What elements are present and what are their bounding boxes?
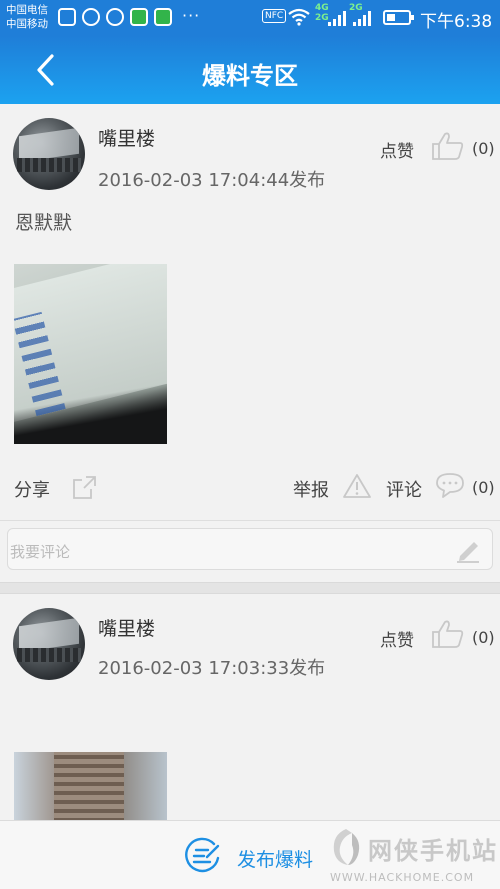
title-bar: 爆料专区 bbox=[0, 36, 500, 104]
publish-icon[interactable] bbox=[184, 836, 222, 874]
like-count: (0) bbox=[472, 139, 495, 158]
nfc-icon: NFC bbox=[262, 9, 287, 23]
carrier-1: 中国电信 bbox=[6, 4, 48, 16]
image-notification-icon bbox=[58, 8, 76, 26]
post-card: 嘴里楼 2016-02-03 17:04:44发布 点赞 (0) 恩默默 分享 … bbox=[0, 104, 500, 582]
signal-icon-2 bbox=[353, 10, 371, 26]
signal-icon-1 bbox=[328, 10, 346, 26]
net-2g-text-1: 2G bbox=[315, 13, 329, 23]
more-notifications-icon: ··· bbox=[182, 6, 201, 25]
comment-placeholder: 我要评论 bbox=[10, 543, 71, 561]
watermark-text: 网侠手机站 bbox=[368, 837, 498, 865]
share-icon[interactable] bbox=[72, 474, 98, 500]
post-time: 2016-02-03 17:04:44发布 bbox=[98, 170, 326, 191]
post-username[interactable]: 嘴里楼 bbox=[98, 124, 155, 151]
wechat-icon-2 bbox=[154, 8, 172, 26]
post-separator bbox=[0, 582, 500, 594]
post-card: 嘴里楼 2016-02-03 17:03:33发布 点赞 (0) bbox=[0, 594, 500, 822]
page-title: 爆料专区 bbox=[202, 62, 298, 90]
divider bbox=[0, 520, 500, 521]
thumbs-up-icon[interactable] bbox=[431, 131, 465, 161]
comment-input[interactable]: 我要评论 bbox=[7, 528, 493, 570]
bottom-bar: 发布爆料 网侠手机站 WWW.HACKHOME.COM bbox=[0, 820, 500, 889]
net-4g-text: 4G bbox=[315, 3, 329, 13]
like-count: (0) bbox=[472, 628, 495, 647]
carrier-info: 中国电信 中国移动 bbox=[6, 3, 48, 31]
sync-icon bbox=[106, 8, 124, 26]
post-image[interactable] bbox=[14, 264, 167, 444]
comment-icon[interactable] bbox=[435, 472, 465, 498]
warning-icon[interactable] bbox=[343, 473, 371, 499]
watermark-logo-icon bbox=[333, 829, 360, 865]
watermark-url: WWW.HACKHOME.COM bbox=[330, 871, 475, 884]
report-label[interactable]: 举报 bbox=[293, 476, 329, 502]
app-notification-icon bbox=[82, 8, 100, 26]
post-image[interactable] bbox=[14, 752, 167, 822]
thumbs-up-icon[interactable] bbox=[431, 619, 465, 649]
like-label[interactable]: 点赞 bbox=[380, 626, 414, 651]
status-time: 下午6:38 bbox=[420, 12, 493, 32]
post-time: 2016-02-03 17:03:33发布 bbox=[98, 658, 326, 679]
share-label[interactable]: 分享 bbox=[14, 476, 50, 502]
post-username[interactable]: 嘴里楼 bbox=[98, 614, 155, 641]
comment-label[interactable]: 评论 bbox=[386, 476, 422, 502]
avatar[interactable] bbox=[13, 608, 85, 680]
network-4g-label: 4G 2G bbox=[315, 3, 329, 23]
publish-button[interactable]: 发布爆料 bbox=[237, 845, 313, 872]
wechat-icon bbox=[130, 8, 148, 26]
like-label[interactable]: 点赞 bbox=[380, 137, 414, 162]
battery-icon bbox=[383, 10, 414, 25]
carrier-2: 中国移动 bbox=[6, 18, 48, 30]
avatar[interactable] bbox=[13, 118, 85, 190]
status-bar: 中国电信 中国移动 ··· NFC 4G 2G 2G 下午6:38 bbox=[0, 0, 500, 36]
post-text: 恩默默 bbox=[15, 212, 73, 234]
comment-count: (0) bbox=[472, 478, 495, 497]
notification-icons bbox=[58, 8, 172, 26]
pencil-icon[interactable] bbox=[454, 536, 482, 564]
wifi-icon bbox=[288, 8, 310, 26]
